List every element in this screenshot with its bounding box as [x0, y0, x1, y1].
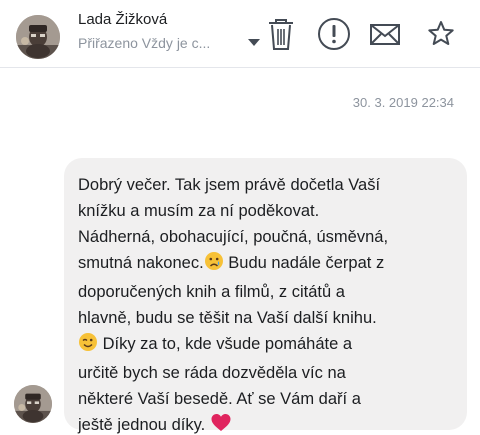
message-line: Dobrý večer. Tak jsem právě dočetla Vaší [78, 176, 381, 194]
sender-avatar[interactable] [14, 385, 52, 423]
trash-icon [269, 19, 293, 50]
red-heart-emoji-icon [210, 413, 232, 435]
message-line-with-emoji: ještě jednou díky. [78, 412, 453, 435]
contact-name[interactable]: Lada Žižková [78, 11, 167, 28]
message-line: některé Vaší besedě. Ať se Vám daří a [78, 390, 361, 408]
star-icon [428, 21, 454, 45]
message-line-with-emoji: smutná nakonec. Budu nadále čerpat z [78, 250, 453, 279]
envelope-icon [370, 24, 400, 45]
message-line: určitě bych se ráda dozvěděla víc na [78, 364, 346, 382]
message-line: doporučených knih a filmů, z citátů a [78, 283, 345, 301]
report-button[interactable] [316, 16, 350, 52]
message-line: Nádherná, obohacující, poučná, úsměvná, [78, 228, 389, 246]
sad-tear-emoji-icon [204, 251, 224, 279]
contact-avatar[interactable] [16, 15, 60, 59]
exclamation-circle-icon [318, 18, 350, 50]
message-text: smutná nakonec. [78, 254, 204, 272]
mark-unread-button[interactable] [368, 16, 402, 52]
message-line-with-emoji: Díky za to, kde všude pomáháte a [78, 331, 453, 360]
message-text: ještě jednou díky. [78, 416, 210, 434]
message-line: knížku a musím za ní poděkovat. [78, 202, 320, 220]
delete-button[interactable] [264, 16, 298, 52]
message-text: Díky za to, kde všude pomáháte a [98, 335, 353, 353]
conversation-header: Lada Žižková Přiřazeno Vždy je c... [0, 0, 480, 68]
assignment-dropdown-icon[interactable] [248, 39, 260, 46]
star-button[interactable] [424, 16, 458, 52]
wink-emoji-icon [78, 332, 98, 360]
message-timestamp: 30. 3. 2019 22:34 [352, 95, 454, 110]
message-line: hlavně, budu se těšit na Vaší další knih… [78, 309, 377, 327]
assignment-label[interactable]: Přiřazeno Vždy je c... [78, 35, 244, 51]
message-text: Budu nadále čerpat z [223, 254, 385, 272]
message-bubble: Dobrý večer. Tak jsem právě dočetla Vaší… [64, 158, 467, 434]
